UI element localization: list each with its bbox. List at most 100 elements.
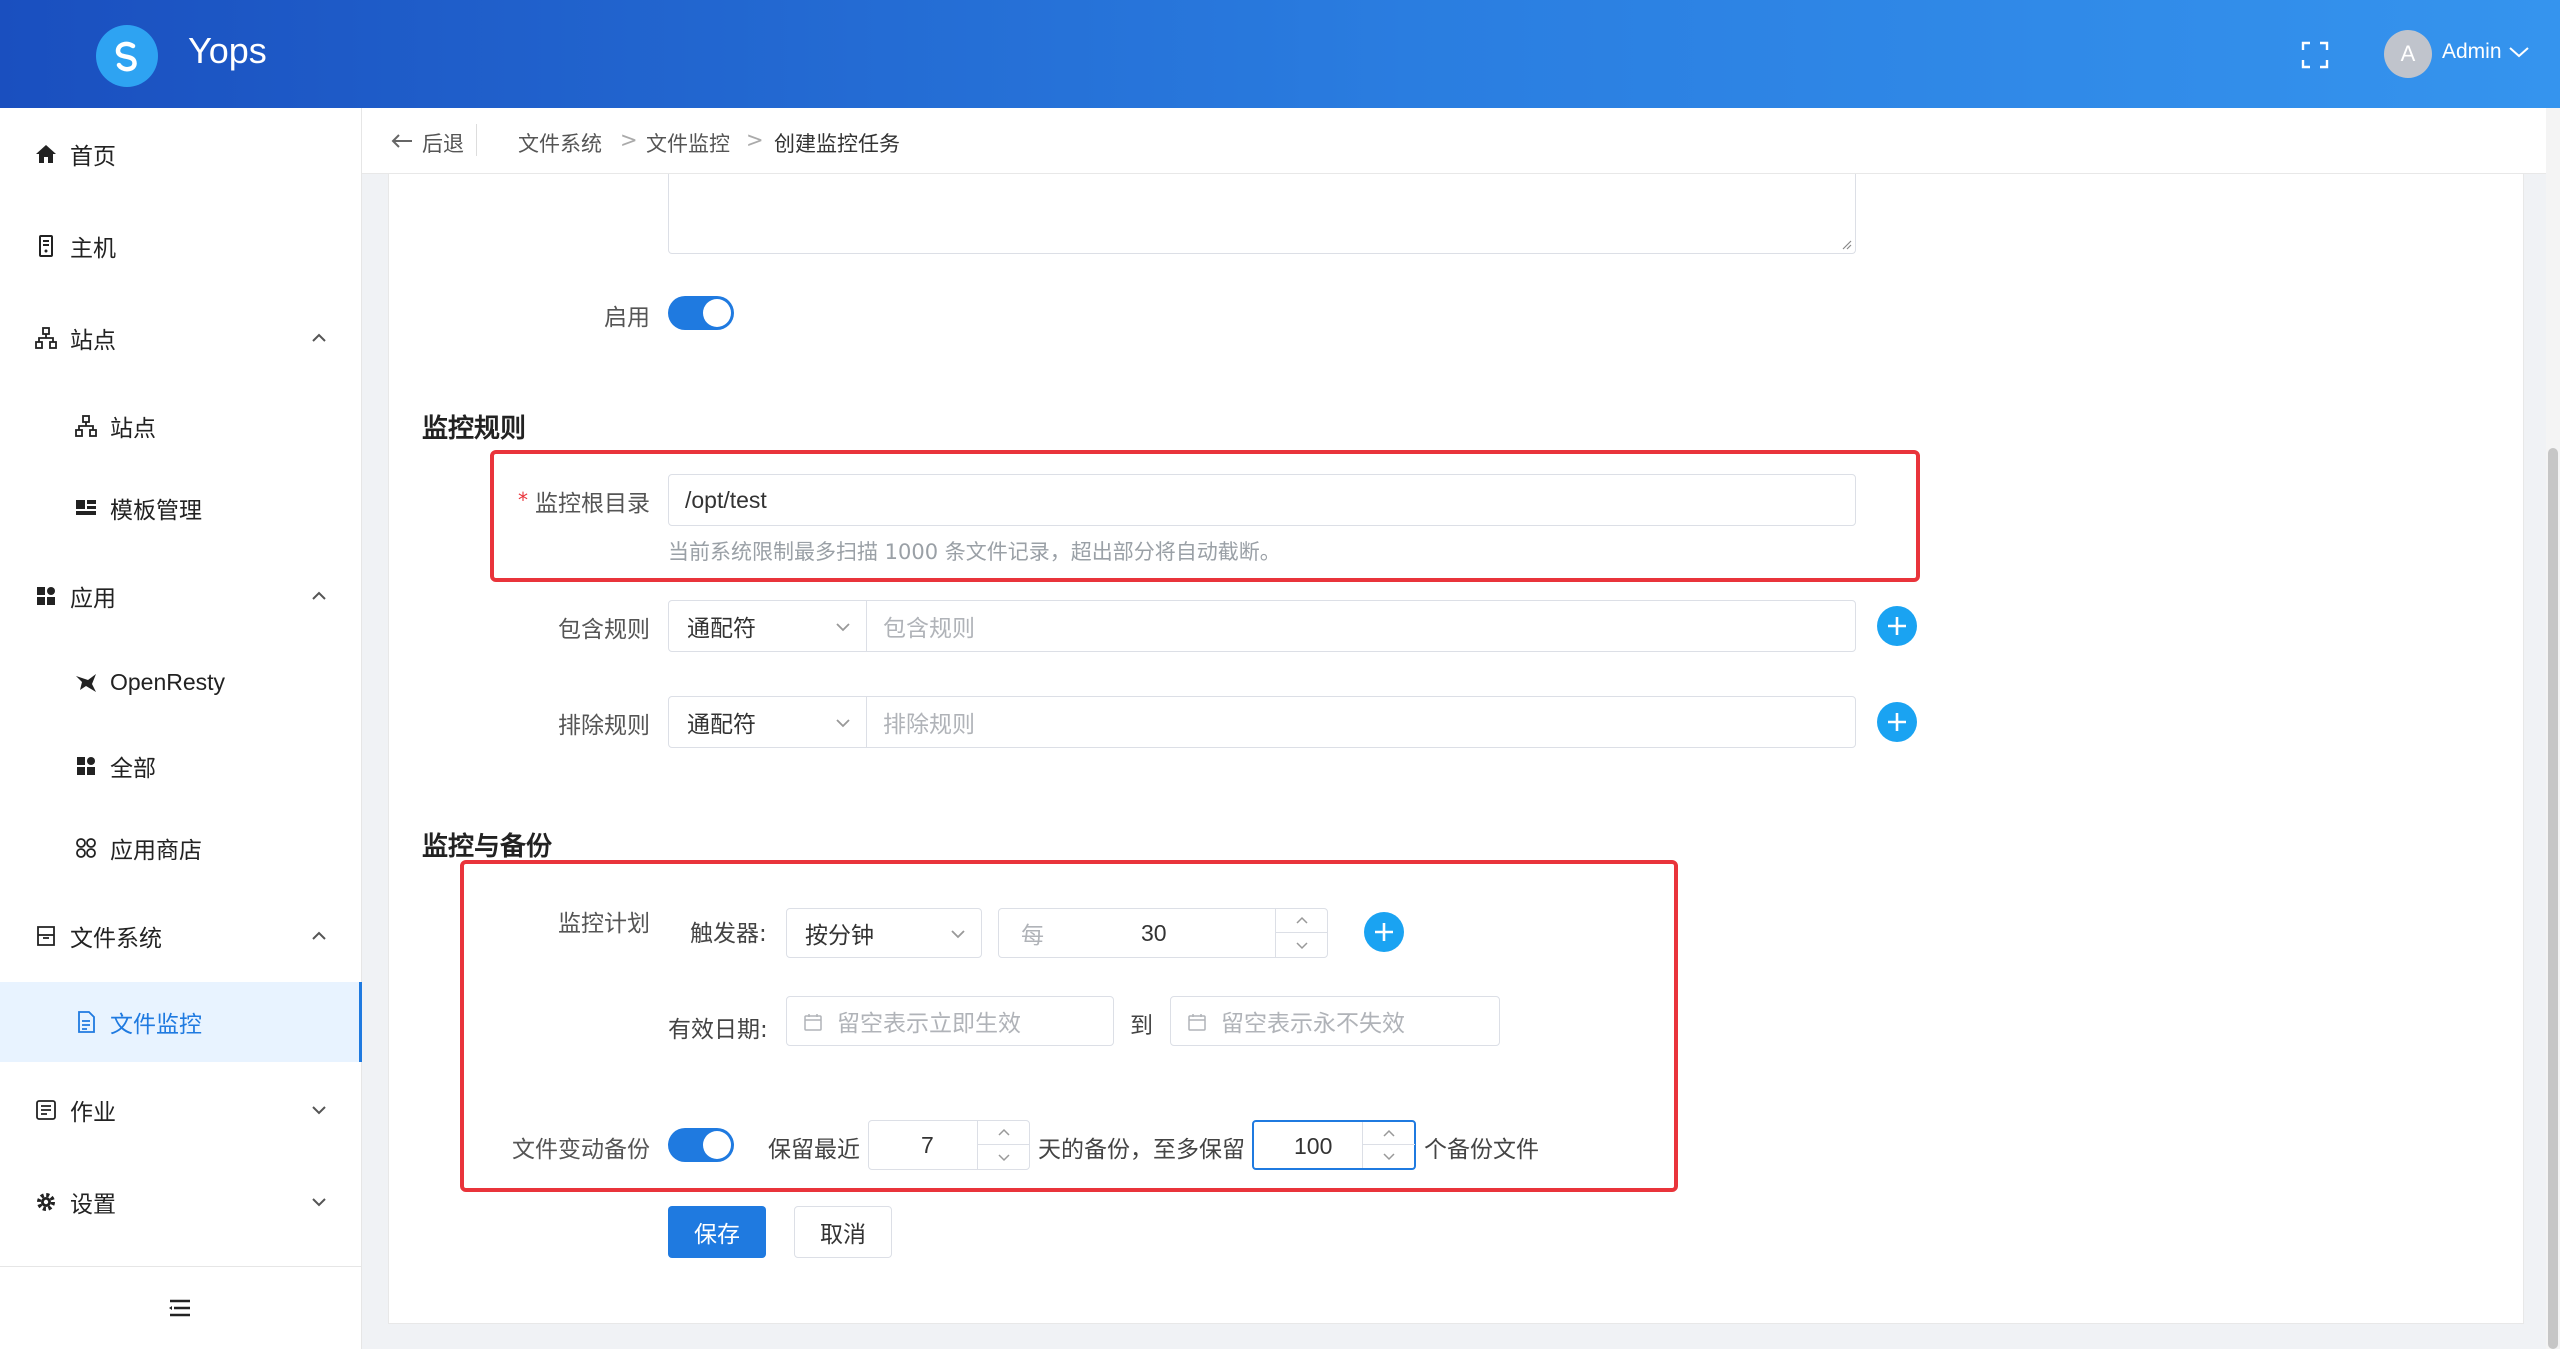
home-icon (36, 145, 56, 163)
description-textarea[interactable] (668, 174, 1856, 254)
exclude-label: 排除规则 (558, 713, 650, 739)
breadcrumb-current: 创建监控任务 (774, 132, 900, 156)
sitemap-icon (75, 415, 97, 437)
files-stepper[interactable]: 100 (1252, 1120, 1416, 1170)
exclude-rule-group: 通配符 排除规则 (668, 696, 1856, 748)
include-label: 包含规则 (558, 617, 650, 643)
resize-grip-icon[interactable] (1840, 238, 1852, 250)
enable-switch[interactable] (668, 296, 734, 330)
save-button[interactable]: 保存 (668, 1206, 766, 1258)
job-icon (36, 1100, 56, 1120)
brand-name: Yops (188, 30, 267, 71)
apps-icon (77, 757, 95, 775)
sidebar-item-apps[interactable]: 应用 (0, 556, 362, 636)
exclude-type-value: 通配符 (687, 712, 756, 738)
sidebar-item-label: 模板管理 (110, 498, 202, 524)
backup-label: 文件变动备份 (512, 1137, 650, 1163)
start-date-placeholder: 留空表示立即生效 (837, 1011, 1021, 1037)
add-include-button[interactable] (1877, 606, 1917, 646)
chevron-down-icon (312, 1198, 326, 1207)
sidebar: 首页 主机 站点 站点 模板管理 应用 OpenResty 全部 应用商店 文件… (0, 108, 362, 1349)
decrement-button[interactable] (978, 1145, 1030, 1169)
apps-icon (37, 587, 55, 605)
exclude-rule-input[interactable]: 排除规则 (883, 697, 975, 747)
interval-value[interactable]: 30 (1141, 909, 1167, 957)
cancel-button[interactable]: 取消 (794, 1206, 892, 1258)
sitemap-icon (35, 327, 57, 349)
days-stepper[interactable]: 7 (868, 1120, 1030, 1170)
scrollbar-thumb[interactable] (2548, 448, 2558, 1349)
include-rule-group: 通配符 包含规则 (668, 600, 1856, 652)
sidebar-item-label: 全部 (110, 756, 156, 782)
date-range-separator: 到 (1130, 1013, 1153, 1039)
arrow-left-icon[interactable] (390, 132, 414, 150)
end-date-picker[interactable]: 留空表示永不失效 (1170, 996, 1500, 1046)
sidebar-item-label: 作业 (70, 1100, 116, 1126)
stepper-arrows (1362, 1122, 1415, 1168)
root-dir-hint: 当前系统限制最多扫描 1000 条文件记录，超出部分将自动截断。 (668, 540, 1281, 564)
breadcrumb-item[interactable]: 文件监控 (646, 128, 730, 158)
add-exclude-button[interactable] (1877, 702, 1917, 742)
required-mark: * (518, 488, 528, 512)
fullscreen-icon[interactable] (2300, 40, 2330, 70)
sidebar-item-file-monitor[interactable]: 文件监控 (0, 982, 362, 1062)
store-icon (76, 838, 96, 858)
collapse-menu-icon[interactable] (168, 1298, 192, 1318)
days-value[interactable]: 7 (921, 1121, 934, 1169)
sidebar-item-all[interactable]: 全部 (0, 726, 362, 806)
chevron-up-icon (1296, 916, 1308, 924)
sidebar-item-templates[interactable]: 模板管理 (0, 468, 362, 548)
sidebar-item-home[interactable]: 首页 (0, 114, 362, 194)
back-link[interactable]: 后退 (422, 128, 464, 158)
sidebar-item-settings[interactable]: 设置 (0, 1162, 362, 1242)
sidebar-item-label: 站点 (110, 416, 156, 442)
file-monitor-icon (78, 1011, 95, 1033)
root-dir-input[interactable]: /opt/test (668, 474, 1856, 526)
template-icon (76, 500, 96, 515)
sidebar-item-sites-sub[interactable]: 站点 (0, 386, 362, 466)
breadcrumb-separator: > (620, 128, 638, 152)
openresty-icon (76, 674, 96, 692)
increment-button[interactable] (1363, 1122, 1415, 1145)
interval-stepper[interactable]: 每 30 (998, 908, 1328, 958)
chevron-up-icon (312, 333, 326, 342)
chevron-up-icon (312, 931, 326, 940)
breadcrumb-item[interactable]: 文件系统 (518, 128, 602, 158)
username[interactable]: Admin (2442, 40, 2502, 64)
chevron-up-icon (998, 1128, 1010, 1136)
avatar[interactable]: A (2384, 30, 2432, 78)
logo-icon[interactable] (96, 25, 158, 87)
include-type-select[interactable]: 通配符 (669, 601, 867, 651)
trigger-label: 触发器: (690, 921, 767, 947)
chevron-up-icon (1383, 1129, 1395, 1137)
sidebar-item-store[interactable]: 应用商店 (0, 808, 362, 888)
sidebar-item-openresty[interactable]: OpenResty (0, 642, 362, 722)
sidebar-item-jobs[interactable]: 作业 (0, 1070, 362, 1150)
valid-date-label: 有效日期: (668, 1017, 768, 1043)
increment-button[interactable] (1276, 909, 1328, 933)
trigger-value: 按分钟 (805, 923, 874, 949)
chevron-down-icon (312, 1106, 326, 1115)
backup-switch[interactable] (668, 1128, 734, 1162)
sidebar-item-sites[interactable]: 站点 (0, 298, 362, 378)
add-schedule-button[interactable] (1364, 912, 1404, 952)
start-date-picker[interactable]: 留空表示立即生效 (786, 996, 1114, 1046)
calendar-icon (804, 1014, 822, 1031)
increment-button[interactable] (978, 1121, 1030, 1145)
sidebar-divider (0, 1266, 362, 1267)
trigger-select[interactable]: 按分钟 (786, 908, 982, 958)
files-text: 个备份文件 (1424, 1137, 1539, 1163)
decrement-button[interactable] (1363, 1145, 1415, 1168)
sidebar-item-label: 站点 (70, 328, 116, 354)
gear-icon (37, 1193, 55, 1211)
sidebar-item-host[interactable]: 主机 (0, 206, 362, 286)
exclude-type-select[interactable]: 通配符 (669, 697, 867, 747)
include-type-value: 通配符 (687, 616, 756, 642)
files-value[interactable]: 100 (1294, 1122, 1332, 1170)
include-rule-input[interactable]: 包含规则 (883, 601, 975, 651)
chevron-down-icon (1296, 941, 1308, 949)
sidebar-item-filesystem[interactable]: 文件系统 (0, 896, 362, 976)
chevron-down-icon (1383, 1153, 1395, 1161)
decrement-button[interactable] (1276, 933, 1328, 957)
chevron-down-icon[interactable] (2508, 44, 2530, 60)
